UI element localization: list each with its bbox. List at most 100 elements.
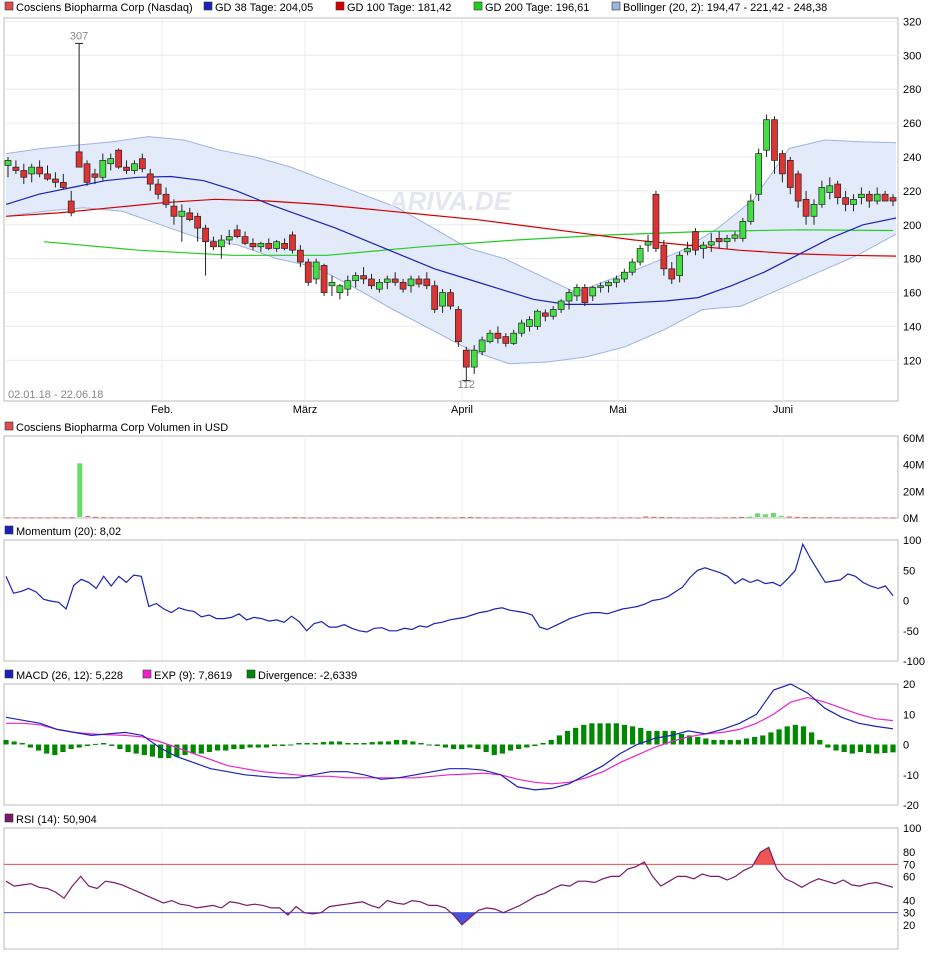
x-tick-label: Feb. — [151, 404, 173, 416]
candle-body — [486, 332, 494, 343]
volume-bar — [436, 517, 442, 519]
volume-bar — [220, 517, 226, 519]
volume-bar — [587, 517, 593, 519]
divergence-bar — [434, 744, 440, 747]
divergence-bar — [809, 732, 815, 745]
divergence-bar — [304, 742, 310, 745]
divergence-bar — [337, 741, 343, 745]
volume-bar — [93, 516, 99, 518]
y-tick-label: 100 — [903, 823, 921, 835]
candle-body — [755, 153, 763, 195]
candle-body — [810, 204, 818, 217]
divergence-bar — [198, 744, 204, 754]
volume-bar — [483, 517, 489, 519]
divergence-bar — [214, 744, 221, 751]
candle-body — [415, 278, 423, 285]
momentum-line — [5, 542, 894, 633]
watermark: ARIVA.DE — [388, 186, 512, 216]
candle-body — [304, 261, 312, 283]
volume-bar — [739, 516, 745, 518]
divergence-bar — [621, 724, 628, 745]
volume-bar — [420, 517, 426, 519]
divergence-bar — [255, 744, 261, 748]
volume-bar — [778, 515, 784, 517]
candle-body — [794, 173, 802, 202]
divergence-bar — [385, 741, 392, 745]
divergence-bar — [239, 744, 245, 750]
volume-bar — [412, 517, 418, 519]
volume-bar — [388, 517, 394, 519]
candle-body — [217, 239, 225, 248]
y-tick-label: 180 — [903, 254, 921, 266]
volume-bar — [101, 517, 107, 519]
volume-bar — [276, 517, 282, 519]
divergence-bar — [377, 741, 383, 745]
divergence-bar — [760, 735, 766, 745]
divergence-bar — [328, 741, 335, 745]
volume-bar — [13, 517, 19, 519]
volume-bar — [547, 517, 553, 519]
candle-body — [44, 173, 51, 180]
volume-bar — [595, 517, 601, 519]
divergence-bar — [361, 742, 367, 745]
candle-body — [731, 234, 739, 239]
volume-bar — [125, 517, 131, 519]
candle-body — [91, 173, 99, 178]
divergence-bar — [564, 730, 571, 745]
volume-bar — [236, 517, 242, 519]
volume-bar — [707, 517, 713, 519]
candle-body — [715, 237, 723, 243]
y-tick-label: 240 — [903, 152, 921, 164]
volume-bar — [316, 517, 322, 519]
divergence-bar — [817, 739, 823, 745]
volume-bar — [858, 517, 864, 519]
volume-bar — [746, 516, 752, 518]
volume-bar — [754, 513, 760, 517]
divergence-bar — [613, 723, 619, 745]
candle-body — [99, 160, 107, 178]
candle-body — [581, 287, 589, 304]
volume-bar — [5, 517, 11, 519]
volume-y-axis: 0M 20M 40M 60M — [903, 433, 924, 525]
candle-body — [123, 166, 130, 171]
legend-swatch — [4, 421, 14, 431]
candle-body — [36, 166, 43, 175]
candle-body — [589, 287, 597, 297]
candle-body — [154, 183, 162, 195]
y-tick-label: 260 — [903, 118, 921, 130]
divergence-bar — [271, 744, 278, 747]
candle-body — [352, 275, 360, 282]
divergence-bar — [426, 744, 432, 746]
divergence-bar — [280, 744, 286, 747]
candle-body — [328, 282, 336, 287]
volume-bar — [491, 517, 497, 519]
legend-label: Cosciens Biopharma Corp (Nasdaq) — [16, 2, 193, 14]
candle-body — [178, 210, 186, 217]
volume-bar — [874, 517, 880, 519]
candle-body — [502, 336, 510, 344]
divergence-bar — [60, 744, 66, 753]
volume-bar — [794, 516, 800, 518]
volume-bar — [563, 517, 569, 519]
candle-body — [431, 285, 439, 310]
volume-bar — [810, 517, 816, 519]
candle-body — [850, 198, 857, 205]
volume-bar — [643, 516, 649, 518]
divergence-bar — [719, 739, 725, 745]
volume-bar — [467, 516, 473, 518]
candle-body — [52, 178, 59, 183]
volume-bar — [770, 512, 776, 517]
candle-body — [225, 236, 233, 241]
divergence-bar — [459, 744, 465, 750]
volume-bar — [29, 517, 35, 519]
momentum-legend: Momentum (20): 8,02 — [4, 525, 121, 538]
divergence-bar — [573, 727, 579, 745]
volume-bar — [364, 517, 370, 519]
rsi-grid — [161, 828, 784, 949]
legend-swatch — [4, 1, 14, 11]
y-tick-label: 20 — [903, 679, 915, 691]
candle-body — [692, 231, 699, 251]
legend-swatch — [203, 1, 213, 11]
candle-body — [249, 243, 257, 248]
divergence-bar — [394, 739, 400, 745]
